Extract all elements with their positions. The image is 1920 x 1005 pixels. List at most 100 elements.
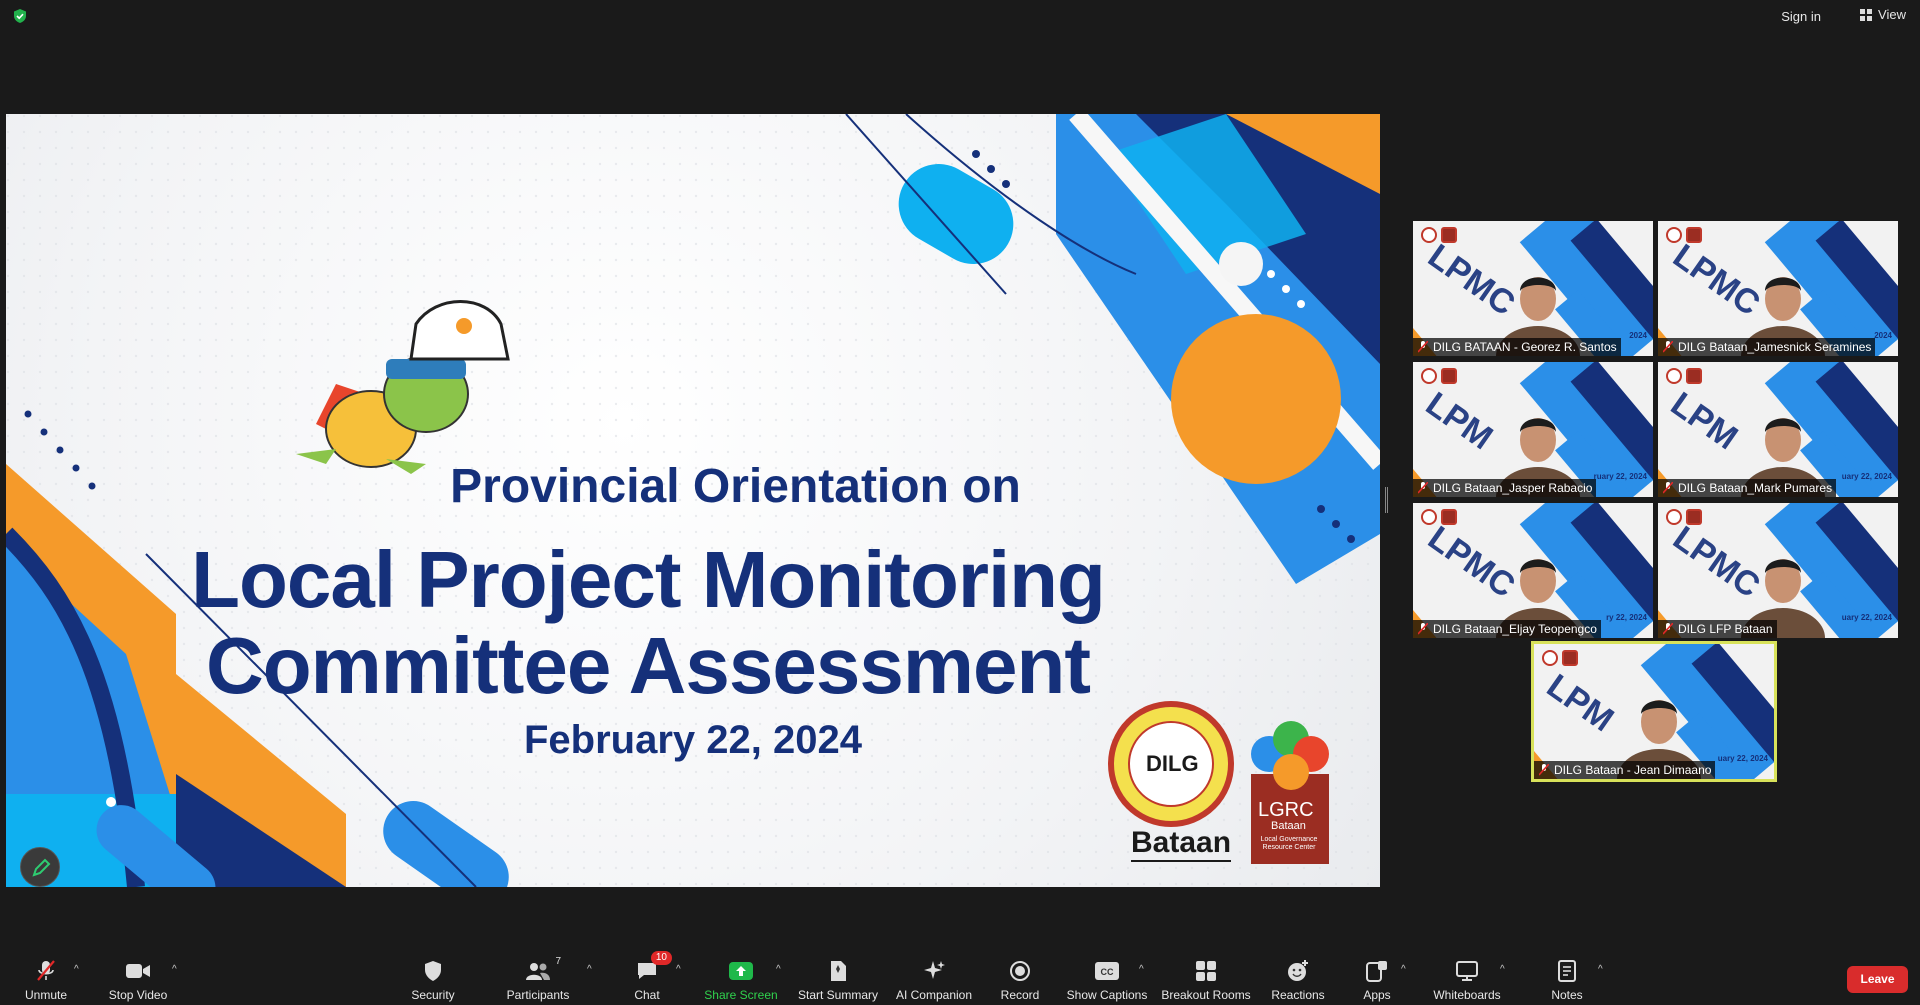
reactions-button[interactable]: Reactions (1268, 942, 1328, 1005)
share-screen-icon (728, 959, 754, 983)
slide-title-line2: Committee Assessment (205, 621, 1091, 710)
unmute-label: Unmute (24, 988, 68, 1002)
participant-video-tile[interactable]: LPMC ry 22, 2024 DILG Bataan_Eljay Teopeng… (1413, 503, 1653, 638)
participant-name: DILG BATAAN - Georez R. Santos (1433, 340, 1617, 354)
start-summary-button[interactable]: Start Summary (796, 942, 880, 1005)
muted-mic-icon (1418, 482, 1428, 494)
chat-label: Chat (634, 988, 660, 1002)
ai-companion-label: AI Companion (895, 988, 973, 1002)
participants-icon: 7 (525, 956, 561, 983)
tile-logos (1542, 650, 1578, 666)
participant-name-label: DILG Bataan_Mark Pumares (1658, 479, 1837, 497)
tile-date-text: 2024 (1874, 331, 1892, 340)
captions-cc-icon: CC (1094, 959, 1120, 983)
participant-video-tile[interactable]: LPM uary 22, 2024 DILG Bataan_Mark Pumares (1658, 362, 1898, 497)
view-button[interactable]: View (1860, 7, 1906, 22)
participants-count: 7 (555, 956, 561, 967)
participant-name: DILG LFP Bataan (1678, 622, 1773, 636)
sign-in-link[interactable]: Sign in (1781, 9, 1821, 24)
reactions-label: Reactions (1271, 988, 1325, 1002)
show-captions-button[interactable]: CC Show Captions (1066, 942, 1148, 1005)
participant-name-label: DILG Bataan_Eljay Teopengco (1413, 620, 1601, 638)
apps-caret-icon[interactable]: ^ (1401, 964, 1406, 975)
record-button[interactable]: Record (996, 942, 1044, 1005)
start-summary-label: Start Summary (797, 988, 878, 1002)
muted-mic-icon (1418, 623, 1428, 635)
encryption-shield-icon[interactable] (12, 8, 28, 24)
security-button[interactable]: Security (408, 942, 458, 1005)
record-label: Record (1000, 988, 1040, 1002)
participant-name-label: DILG BATAAN - Georez R. Santos (1413, 338, 1621, 356)
participants-caret-icon[interactable]: ^ (587, 964, 592, 975)
breakout-rooms-button[interactable]: Breakout Rooms (1161, 942, 1251, 1005)
chat-bubble-icon: 10 (634, 951, 672, 983)
whiteboards-button[interactable]: Whiteboards (1432, 942, 1502, 1005)
participant-video-tile[interactable]: LPMC 2024 DILG Bataan_Jamesnick Seramines (1658, 221, 1898, 356)
lgrc-logo-text: LGRC (1258, 799, 1314, 821)
chat-button[interactable]: 10 Chat (630, 942, 672, 1005)
notes-button[interactable]: Notes (1550, 942, 1584, 1005)
whiteboards-caret-icon[interactable]: ^ (1500, 964, 1505, 975)
tile-date-text: uary 22, 2024 (1841, 472, 1892, 481)
unmute-button[interactable]: Unmute (22, 942, 70, 1005)
video-options-caret-icon[interactable]: ^ (172, 964, 177, 975)
pencil-icon (32, 858, 51, 877)
breakout-rooms-label: Breakout Rooms (1161, 988, 1251, 1002)
participant-name: DILG Bataan_Jamesnick Seramines (1678, 340, 1872, 354)
tile-date-text: 2024 (1629, 331, 1647, 340)
share-screen-label: Share Screen (704, 988, 778, 1002)
gallery-resize-handle[interactable] (1385, 487, 1388, 513)
slide-subtitle: Provincial Orientation on (450, 460, 1021, 513)
more-caret-icon[interactable]: ^ (1598, 964, 1603, 975)
participant-name: DILG Bataan - Jean Dimaano (1554, 763, 1712, 777)
participant-name: DILG Bataan_Mark Pumares (1678, 481, 1833, 495)
tile-lpmc-text: LPM (1663, 384, 1745, 458)
notes-label: Notes (1551, 988, 1583, 1002)
stop-video-button[interactable]: Stop Video (106, 942, 170, 1005)
annotate-pencil-button[interactable] (20, 847, 60, 887)
tile-logos (1421, 368, 1457, 384)
apps-icon (1364, 959, 1390, 983)
apps-button[interactable]: Apps (1362, 942, 1392, 1005)
participant-name-label: DILG Bataan_Jamesnick Seramines (1658, 338, 1876, 356)
whiteboards-label: Whiteboards (1433, 988, 1501, 1002)
security-label: Security (411, 988, 455, 1002)
participant-name-label: DILG Bataan - Jean Dimaano (1534, 761, 1716, 779)
lgrc-logo-subtext: Bataan (1271, 820, 1306, 832)
share-caret-icon[interactable]: ^ (776, 964, 781, 975)
tile-lpmc-text: LPM (1418, 384, 1500, 458)
participant-video-tile[interactable]: LPMC 2024 DILG BATAAN - Georez R. Santos (1413, 221, 1653, 356)
shared-screen: Provincial Orientation on Local Project … (6, 114, 1380, 887)
participants-button[interactable]: 7 Participants (504, 942, 572, 1005)
tile-date-text: uary 22, 2024 (1717, 754, 1768, 763)
participant-video-tile[interactable]: LPM uary 22, 2024 DILG Bataan - Jean Dimaa… (1531, 641, 1777, 782)
record-icon (1007, 959, 1033, 983)
summary-document-icon (825, 959, 851, 983)
whiteboard-icon (1454, 959, 1480, 983)
notes-icon (1554, 959, 1580, 983)
security-shield-icon (420, 959, 446, 983)
audio-options-caret-icon[interactable]: ^ (74, 964, 79, 975)
view-grid-icon (1860, 8, 1873, 21)
chat-caret-icon[interactable]: ^ (676, 964, 681, 975)
svg-text:CC: CC (1101, 967, 1114, 977)
chat-unread-badge: 10 (650, 951, 672, 965)
ai-sparkle-icon (921, 959, 947, 983)
show-captions-label: Show Captions (1066, 988, 1148, 1002)
participant-name: DILG Bataan_Jasper Rabacio (1433, 481, 1593, 495)
breakout-rooms-icon (1193, 959, 1219, 983)
participant-video-tile[interactable]: LPM ruary 22, 2024 DILG Bataan_Jasper Raba… (1413, 362, 1653, 497)
bataan-logo-text: Bataan (1131, 826, 1232, 862)
muted-mic-icon (1418, 341, 1428, 353)
participant-name-label: DILG LFP Bataan (1658, 620, 1777, 638)
ai-companion-button[interactable]: AI Companion (892, 942, 976, 1005)
captions-caret-icon[interactable]: ^ (1139, 964, 1144, 975)
share-screen-button[interactable]: Share Screen (704, 942, 778, 1005)
meeting-toolbar: Unmute ^ Stop Video ^ Security 7 Partici… (0, 942, 1920, 1005)
muted-mic-icon (1539, 764, 1549, 776)
participant-video-tile[interactable]: LPMC uary 22, 2024 DILG LFP Bataan (1658, 503, 1898, 638)
stop-video-label: Stop Video (108, 988, 168, 1002)
view-label: View (1878, 7, 1906, 22)
top-bar: Sign in View (0, 0, 1920, 32)
leave-button[interactable]: Leave (1847, 966, 1908, 993)
